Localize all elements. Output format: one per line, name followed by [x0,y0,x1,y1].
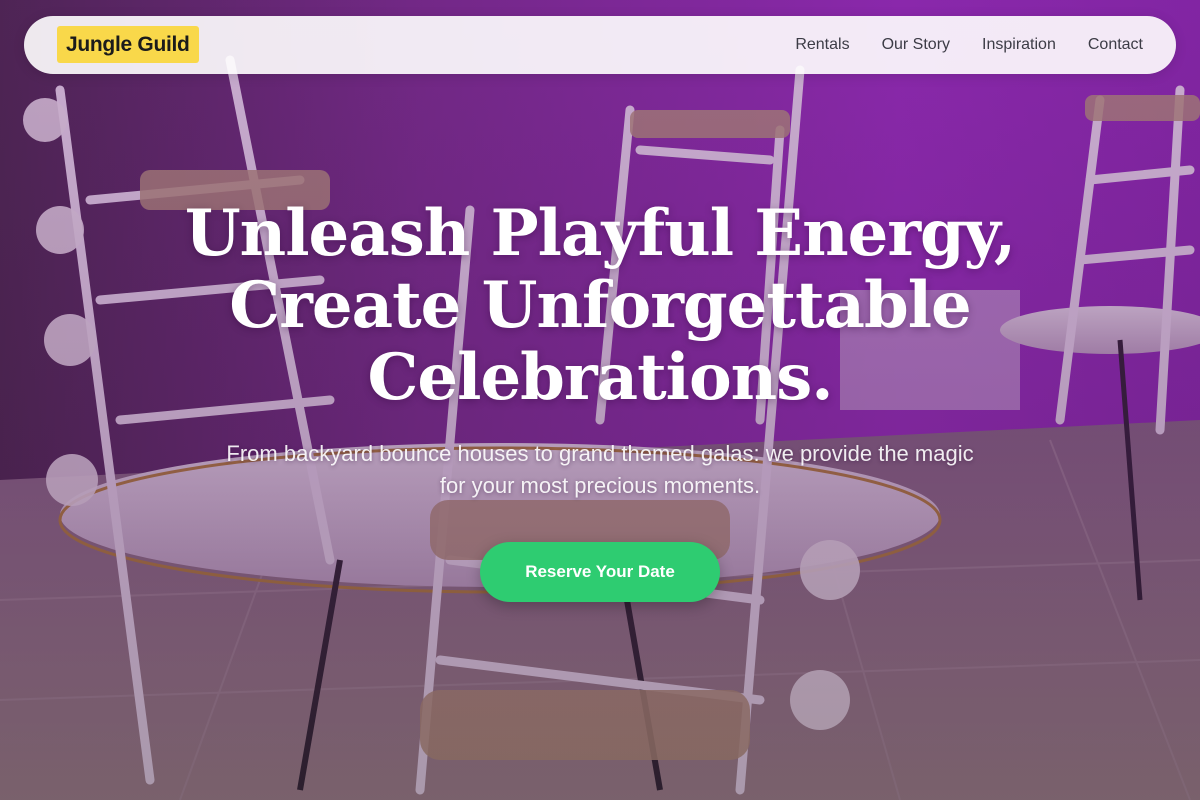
brand-logo[interactable]: Jungle Guild [57,26,199,63]
nav-link-inspiration[interactable]: Inspiration [982,36,1056,54]
hero-subtitle-line-2: for your most precious moments. [439,473,761,498]
nav-links: Rentals Our Story Inspiration Contact [763,16,1143,74]
hero-title-line-3: Celebrations. [367,340,833,415]
reserve-date-button[interactable]: Reserve Your Date [480,542,720,602]
navbar: Jungle Guild Rentals Our Story Inspirati… [24,16,1176,74]
hero-title: Unleash Playful Energy, Create Unforgett… [0,198,1200,414]
hero-title-line-1: Unleash Playful Energy, [184,196,1016,271]
nav-link-contact[interactable]: Contact [1088,36,1143,54]
hero-title-line-2: Create Unforgettable [229,268,972,343]
nav-link-our-story[interactable]: Our Story [882,36,950,54]
nav-link-rentals[interactable]: Rentals [795,36,849,54]
hero-subtitle: From backyard bounce houses to grand the… [160,438,1040,502]
hero-subtitle-line-1: From backyard bounce houses to grand the… [226,441,974,466]
